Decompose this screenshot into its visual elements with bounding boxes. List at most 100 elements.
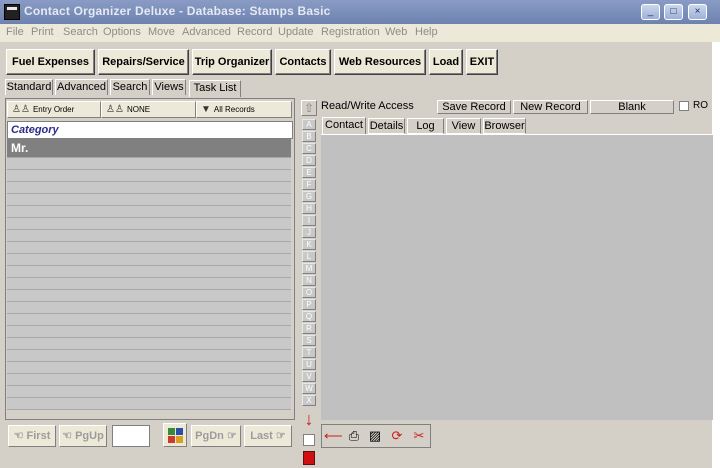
menu-registration[interactable]: Registration [321, 26, 380, 38]
record-row[interactable] [7, 206, 291, 218]
record-row-selected[interactable]: Mr. [7, 139, 291, 158]
record-row[interactable] [7, 254, 291, 266]
scroll-up-arrow-icon[interactable]: ⇧ [301, 100, 317, 116]
menu-help[interactable]: Help [415, 26, 438, 38]
record-row[interactable] [7, 374, 291, 386]
record-row[interactable] [7, 266, 291, 278]
letter-h[interactable]: H [302, 203, 316, 214]
tab-contact[interactable]: Contact [322, 117, 366, 134]
menu-move[interactable]: Move [148, 26, 175, 38]
sort-order-header[interactable]: ♙♙ Entry Order [7, 101, 101, 118]
record-row[interactable] [7, 338, 291, 350]
letter-f[interactable]: F [302, 179, 316, 190]
tab-advanced[interactable]: Advanced [55, 79, 108, 95]
trip-organizer-button[interactable]: Trip Organizer [192, 49, 272, 75]
letter-q[interactable]: Q [302, 311, 316, 322]
refresh-icon[interactable]: ⟳ [388, 428, 406, 444]
scroll-down-arrow-icon[interactable]: ↓ [301, 409, 317, 429]
letter-k[interactable]: K [302, 239, 316, 250]
category-header[interactable]: Category [7, 121, 293, 139]
web-resources-button[interactable]: Web Resources [334, 49, 426, 75]
letter-v[interactable]: V [302, 371, 316, 382]
printer-icon[interactable]: ⎙ [345, 428, 363, 444]
exit-button[interactable]: EXIT [466, 49, 498, 75]
letter-a[interactable]: A [302, 119, 316, 130]
tab-view[interactable]: View [446, 118, 481, 134]
letter-c[interactable]: C [302, 143, 316, 154]
letter-p[interactable]: P [302, 299, 316, 310]
tab-browser[interactable]: Browser [483, 118, 526, 134]
tab-log[interactable]: Log [407, 118, 444, 134]
record-row[interactable] [7, 314, 291, 326]
record-row[interactable] [7, 158, 291, 170]
close-button[interactable]: × [688, 4, 707, 20]
letter-n[interactable]: N [302, 275, 316, 286]
tab-views[interactable]: Views [152, 79, 186, 95]
alpha-checkbox[interactable] [303, 434, 315, 446]
scope-header[interactable]: ▼ All Records [196, 101, 292, 118]
letter-i[interactable]: I [302, 215, 316, 226]
minimize-button[interactable]: _ [641, 4, 660, 20]
tab-details[interactable]: Details [368, 118, 405, 134]
abc-index-button[interactable] [163, 423, 187, 447]
letter-b[interactable]: B [302, 131, 316, 142]
record-row[interactable] [7, 326, 291, 338]
record-row[interactable] [7, 302, 291, 314]
record-row[interactable] [7, 170, 291, 182]
record-row[interactable] [7, 182, 291, 194]
letter-x[interactable]: X [302, 395, 316, 406]
letter-l[interactable]: L [302, 251, 316, 262]
letter-g[interactable]: G [302, 191, 316, 202]
record-row[interactable] [7, 194, 291, 206]
letter-r[interactable]: R [302, 323, 316, 334]
letter-o[interactable]: O [302, 287, 316, 298]
menu-web[interactable]: Web [385, 26, 407, 38]
menu-advanced[interactable]: Advanced [182, 26, 231, 38]
letter-u[interactable]: U [302, 359, 316, 370]
trash-icon[interactable]: ▨ [366, 428, 384, 444]
save-record-button[interactable]: Save Record [437, 100, 511, 114]
contacts-button[interactable]: Contacts [275, 49, 331, 75]
load-button[interactable]: Load [429, 49, 463, 75]
tab-task-list[interactable]: Task List [189, 80, 241, 97]
record-row[interactable] [7, 218, 291, 230]
letter-w[interactable]: W [302, 383, 316, 394]
record-row[interactable] [7, 350, 291, 362]
jump-input[interactable] [112, 425, 150, 447]
tab-standard[interactable]: Standard [5, 79, 53, 95]
menu-file[interactable]: File [6, 26, 24, 38]
read-only-checkbox[interactable] [679, 101, 689, 111]
menu-record[interactable]: Record [237, 26, 272, 38]
menu-update[interactable]: Update [278, 26, 313, 38]
page-down-button[interactable]: PgDn ☞ [191, 425, 241, 447]
new-record-button[interactable]: New Record [513, 100, 588, 114]
last-button[interactable]: Last ☞ [244, 425, 292, 447]
menu-print[interactable]: Print [31, 26, 54, 38]
repairs-service-button[interactable]: Repairs/Service [98, 49, 189, 75]
record-row[interactable] [7, 386, 291, 398]
filter-header[interactable]: ♙♙ NONE [101, 101, 196, 118]
page-up-button[interactable]: ☜ PgUp [59, 425, 107, 447]
menu-options[interactable]: Options [103, 26, 141, 38]
tab-search[interactable]: Search [110, 79, 150, 95]
menu-search[interactable]: Search [63, 26, 98, 38]
maximize-button[interactable]: □ [664, 4, 683, 20]
letter-j[interactable]: J [302, 227, 316, 238]
letter-t[interactable]: T [302, 347, 316, 358]
record-row[interactable] [7, 242, 291, 254]
letter-s[interactable]: S [302, 335, 316, 346]
record-row[interactable] [7, 290, 291, 302]
arrow-left-icon[interactable]: ⟵ [324, 428, 343, 444]
split-arrows-icon[interactable] [303, 451, 315, 465]
letter-m[interactable]: M [302, 263, 316, 274]
delete-record-icon[interactable]: ✂ [410, 428, 428, 444]
record-row[interactable] [7, 398, 291, 410]
first-button[interactable]: ☜ First [8, 425, 56, 447]
letter-d[interactable]: D [302, 155, 316, 166]
letter-e[interactable]: E [302, 167, 316, 178]
blank-button[interactable]: Blank [590, 100, 674, 114]
record-row[interactable] [7, 278, 291, 290]
record-row[interactable] [7, 362, 291, 374]
fuel-expenses-button[interactable]: Fuel Expenses [6, 49, 95, 75]
record-row[interactable] [7, 230, 291, 242]
